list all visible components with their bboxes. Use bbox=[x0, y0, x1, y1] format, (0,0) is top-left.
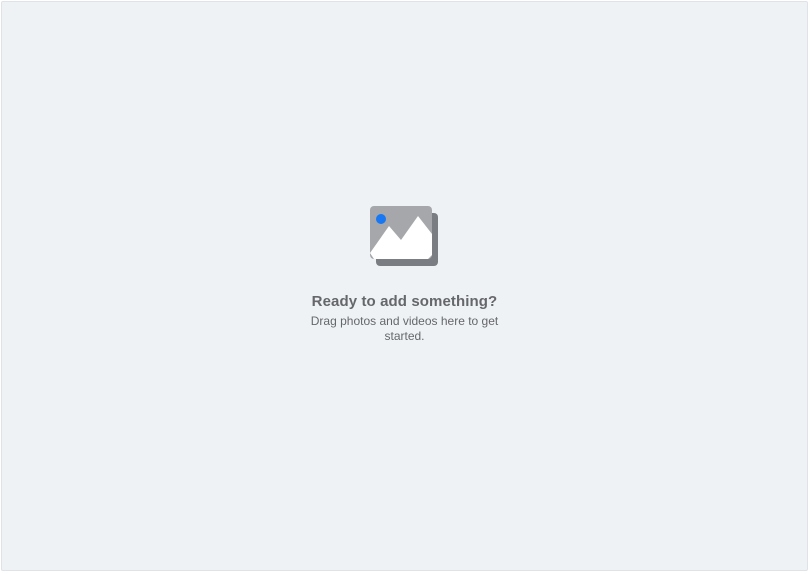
empty-state-title: Ready to add something? bbox=[311, 293, 498, 310]
empty-state-subtitle: Drag photos and videos here to get start… bbox=[310, 314, 499, 343]
media-drop-zone[interactable]: Ready to add something? Drag photos and … bbox=[1, 1, 808, 571]
photo-stack-icon bbox=[369, 206, 438, 266]
empty-state: Ready to add something? Drag photos and … bbox=[2, 206, 807, 344]
